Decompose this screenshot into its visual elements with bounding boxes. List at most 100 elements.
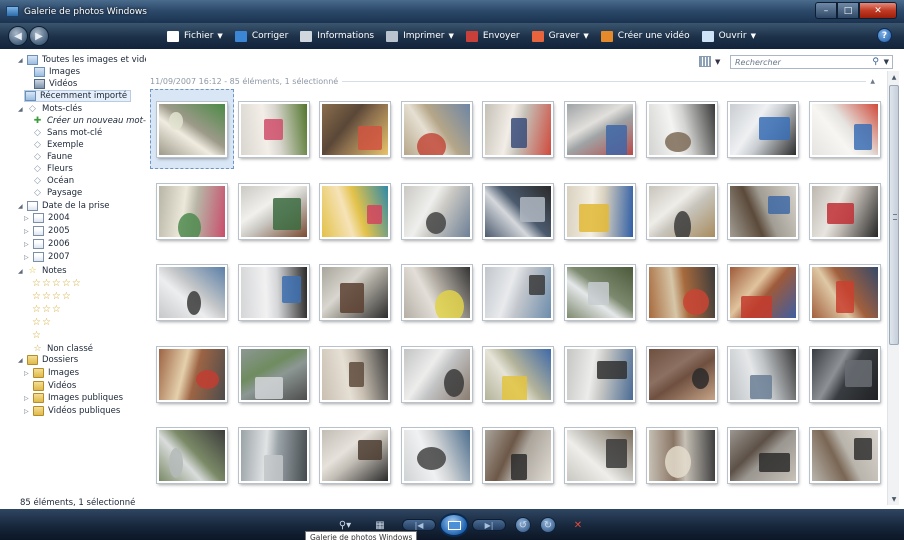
- expand-arrow-icon[interactable]: ▷: [24, 408, 31, 415]
- tree-folder-public-images[interactable]: ▷ Images publiques: [24, 392, 123, 404]
- photo-thumbnail[interactable]: [402, 347, 472, 402]
- tree-year[interactable]: ▷ 2005: [24, 225, 70, 237]
- slideshow-button[interactable]: [439, 513, 469, 537]
- photo-thumbnail[interactable]: [810, 347, 880, 402]
- tree-folder-images[interactable]: ▷ Images: [24, 367, 79, 379]
- tree-tags[interactable]: ◢ ◇ Mots-clés: [18, 103, 82, 115]
- expand-arrow-icon[interactable]: ▷: [24, 228, 31, 235]
- photo-thumbnail[interactable]: [157, 265, 227, 320]
- photo-thumbnail[interactable]: [647, 428, 717, 483]
- menu-open[interactable]: Ouvrir ▼: [701, 30, 756, 42]
- tree-tag-item[interactable]: ◇ Fleurs: [32, 163, 73, 175]
- photo-thumbnail[interactable]: [402, 265, 472, 320]
- photo-thumbnail[interactable]: [157, 347, 227, 402]
- tree-recently-imported[interactable]: Récemment importé: [24, 90, 132, 102]
- collapse-arrow-icon[interactable]: ◢: [18, 203, 25, 210]
- back-button[interactable]: ◀: [8, 26, 28, 46]
- photo-thumbnail[interactable]: [565, 265, 635, 320]
- photo-thumbnail[interactable]: [810, 184, 880, 239]
- rating-4-stars[interactable]: ☆☆☆☆: [32, 292, 72, 302]
- photo-thumbnail[interactable]: [320, 102, 390, 157]
- tree-year[interactable]: ▷ 2006: [24, 238, 70, 250]
- photo-thumbnail[interactable]: [728, 428, 798, 483]
- tree-tag-item[interactable]: ◇ Océan: [32, 175, 74, 187]
- tree-tag-item[interactable]: ◇ Faune: [32, 151, 72, 163]
- photo-thumbnail[interactable]: [157, 184, 227, 239]
- tree-all-media[interactable]: ◢ Toutes les images et vidéos: [18, 54, 159, 66]
- photo-thumbnail[interactable]: [565, 428, 635, 483]
- photo-thumbnail[interactable]: [565, 347, 635, 402]
- photo-thumbnail[interactable]: [728, 102, 798, 157]
- previous-button[interactable]: |◀: [402, 519, 436, 531]
- menu-file[interactable]: Fichier ▼: [167, 30, 223, 42]
- collapse-arrow-icon[interactable]: ◢: [18, 357, 25, 364]
- tree-videos[interactable]: Vidéos: [34, 78, 77, 90]
- tree-untagged[interactable]: ◇ Sans mot-clé: [32, 127, 102, 139]
- tree-date-taken[interactable]: ◢ Date de la prise: [18, 200, 110, 212]
- photo-thumbnail[interactable]: [647, 102, 717, 157]
- photo-thumbnail[interactable]: [483, 428, 553, 483]
- tree-folders[interactable]: ◢ Dossiers: [18, 354, 78, 366]
- next-button[interactable]: ▶|: [472, 519, 506, 531]
- tree-folder-videos[interactable]: Vidéos: [33, 380, 76, 392]
- rating-3-stars[interactable]: ☆☆☆: [32, 305, 62, 315]
- photo-thumbnail[interactable]: [728, 265, 798, 320]
- tree-create-tag[interactable]: ✚ Créer un nouveau mot-clé: [32, 115, 159, 127]
- photo-thumbnail[interactable]: [320, 428, 390, 483]
- tree-ratings[interactable]: ◢ ☆ Notes: [18, 265, 67, 277]
- photo-thumbnail[interactable]: [728, 347, 798, 402]
- photo-thumbnail[interactable]: [647, 184, 717, 239]
- collapse-arrow-icon[interactable]: ◢: [18, 268, 25, 275]
- photo-thumbnail[interactable]: [402, 184, 472, 239]
- photo-thumbnail[interactable]: [157, 102, 227, 157]
- photo-thumbnail[interactable]: [239, 265, 309, 320]
- menu-email[interactable]: Envoyer: [465, 30, 520, 42]
- photo-thumbnail[interactable]: [810, 428, 880, 483]
- menu-movie[interactable]: Créer une vidéo: [600, 30, 690, 42]
- tree-tag-item[interactable]: ◇ Paysage: [32, 187, 82, 199]
- rotate-right-button[interactable]: ↻: [540, 517, 556, 533]
- photo-thumbnail[interactable]: [239, 102, 309, 157]
- vertical-scrollbar[interactable]: ▲ ▼: [887, 71, 899, 505]
- menu-info[interactable]: Informations: [300, 30, 374, 42]
- rating-1-star[interactable]: ☆: [32, 331, 42, 341]
- photo-thumbnail[interactable]: [239, 428, 309, 483]
- photo-thumbnail[interactable]: [565, 184, 635, 239]
- collapse-arrow-icon[interactable]: ◢: [18, 106, 25, 113]
- photo-thumbnail[interactable]: [565, 102, 635, 157]
- menu-printer[interactable]: Imprimer ▼: [386, 30, 454, 42]
- rotate-left-button[interactable]: ↺: [515, 517, 531, 533]
- photo-thumbnail[interactable]: [483, 184, 553, 239]
- minimize-button[interactable]: –: [815, 2, 837, 19]
- photo-thumbnail[interactable]: [647, 265, 717, 320]
- photo-thumbnail[interactable]: [483, 102, 553, 157]
- scroll-down-arrow-icon[interactable]: ▼: [888, 493, 900, 505]
- photo-thumbnail[interactable]: [239, 347, 309, 402]
- tree-tag-item[interactable]: ◇ Exemple: [32, 139, 84, 151]
- photo-thumbnail[interactable]: [810, 102, 880, 157]
- photo-thumbnail[interactable]: [647, 347, 717, 402]
- forward-button[interactable]: ▶: [29, 26, 49, 46]
- photo-thumbnail[interactable]: [320, 184, 390, 239]
- expand-arrow-icon[interactable]: ▷: [24, 370, 31, 377]
- collapse-arrow-icon[interactable]: ◢: [18, 57, 25, 64]
- delete-button[interactable]: ✕: [570, 517, 586, 533]
- photo-thumbnail[interactable]: [402, 102, 472, 157]
- photo-thumbnail[interactable]: [483, 347, 553, 402]
- photo-thumbnail[interactable]: [320, 265, 390, 320]
- menu-fix[interactable]: Corriger: [234, 30, 288, 42]
- photo-thumbnail[interactable]: [728, 184, 798, 239]
- photo-thumbnail[interactable]: [320, 347, 390, 402]
- photo-thumbnail[interactable]: [157, 428, 227, 483]
- tree-folder-public-videos[interactable]: ▷ Vidéos publiques: [24, 405, 120, 417]
- rating-5-stars[interactable]: ☆☆☆☆☆: [32, 279, 82, 289]
- expand-arrow-icon[interactable]: ▷: [24, 254, 31, 261]
- tree-year[interactable]: ▷ 2007: [24, 251, 70, 263]
- tree-images[interactable]: Images: [34, 66, 80, 78]
- scroll-up-arrow-icon[interactable]: ▲: [888, 71, 900, 83]
- help-button[interactable]: ?: [877, 28, 892, 43]
- close-button[interactable]: ✕: [859, 2, 897, 19]
- scrollbar-thumb[interactable]: [889, 85, 899, 345]
- expand-arrow-icon[interactable]: ▷: [24, 215, 31, 222]
- menu-burn-disc[interactable]: Graver ▼: [531, 30, 589, 42]
